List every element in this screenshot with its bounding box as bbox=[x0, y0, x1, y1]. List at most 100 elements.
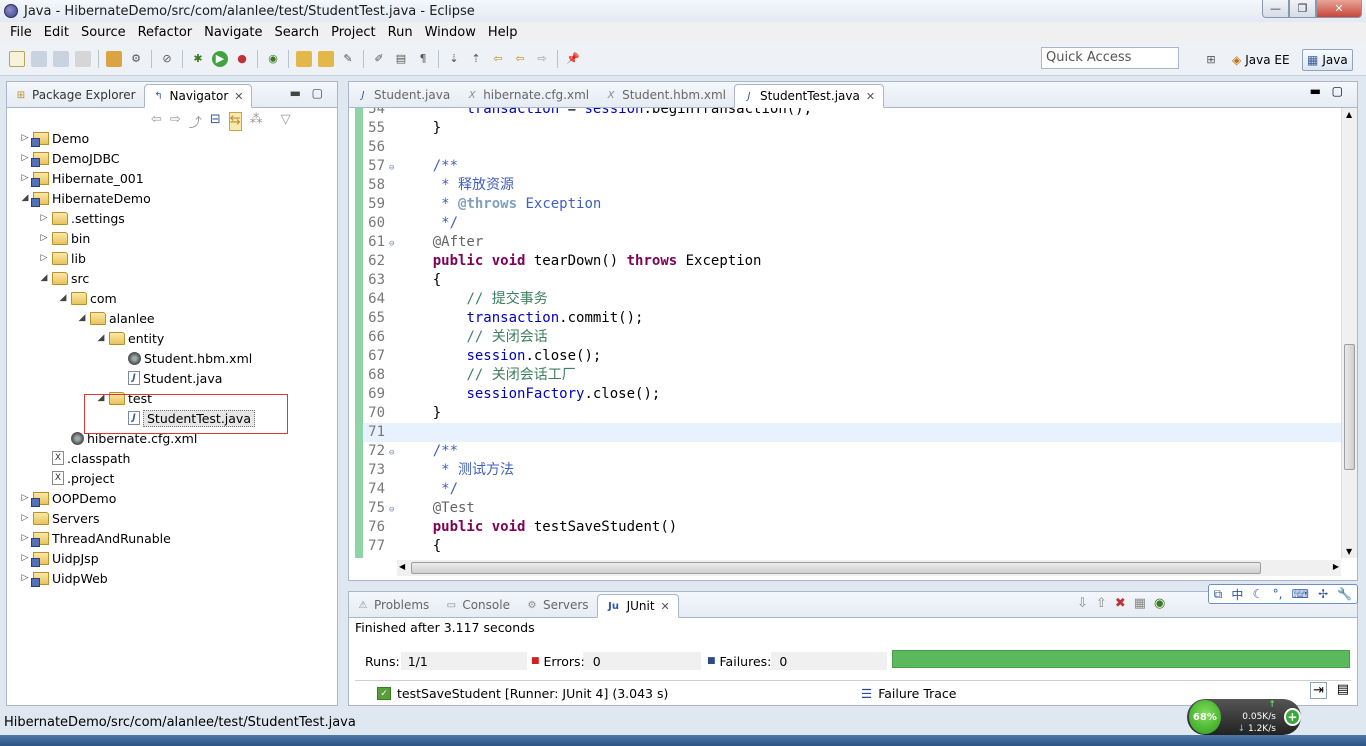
expand-arrow-icon[interactable]: ▷ bbox=[19, 573, 31, 583]
previous-annotation-icon[interactable]: ⇡ bbox=[468, 51, 484, 67]
open-type-icon[interactable] bbox=[296, 50, 312, 67]
scroll-lock-icon[interactable]: ▦ bbox=[1134, 596, 1146, 611]
tree-item[interactable]: ▷ bin bbox=[7, 228, 337, 248]
save-icon[interactable] bbox=[31, 50, 47, 67]
expand-arrow-icon[interactable]: ▷ bbox=[19, 133, 31, 143]
open-perspective-icon[interactable]: ⊞ bbox=[1203, 51, 1219, 67]
tree-item[interactable]: ▷ OOPDemo bbox=[7, 488, 337, 508]
maximize-view-icon[interactable]: ▢ bbox=[312, 86, 323, 100]
ime-moon-icon[interactable]: ☾ bbox=[1253, 587, 1264, 601]
tree-item[interactable]: ▷ UidpWeb bbox=[7, 568, 337, 588]
tree-item[interactable]: X .project bbox=[7, 468, 337, 488]
menu-file[interactable]: File bbox=[4, 25, 38, 40]
scroll-thumb[interactable] bbox=[1344, 344, 1355, 470]
toggle-mark-icon[interactable]: ▤ bbox=[393, 51, 409, 67]
tree-item[interactable]: ▷ Hibernate_001 bbox=[7, 168, 337, 188]
expand-arrow-icon[interactable]: ▷ bbox=[19, 513, 31, 523]
scroll-left-icon[interactable]: ◀ bbox=[399, 562, 405, 571]
compare-results-icon[interactable]: ⇥ bbox=[1310, 682, 1327, 699]
ime-toolbar[interactable]: ⧉ 中 ☾ °, ⌨ ✢ 🔧 bbox=[1208, 584, 1358, 604]
expand-arrow-icon[interactable]: ▷ bbox=[19, 553, 31, 563]
collapse-arrow-icon[interactable]: ◢ bbox=[57, 293, 69, 303]
next-annotation-icon[interactable]: ⇣ bbox=[446, 51, 462, 67]
menu-help[interactable]: Help bbox=[482, 25, 524, 40]
collapse-arrow-icon[interactable]: ◢ bbox=[76, 313, 88, 323]
menu-edit[interactable]: Edit bbox=[38, 25, 75, 40]
tree-item[interactable]: ◢ alanlee bbox=[7, 308, 337, 328]
back-icon[interactable]: ⇦ bbox=[512, 51, 528, 67]
new-java-class-icon[interactable]: ◉ bbox=[265, 51, 281, 67]
tree-item[interactable]: ◢ src bbox=[7, 268, 337, 288]
maximize-editor-icon[interactable]: ▢ bbox=[1332, 84, 1343, 98]
tree-item[interactable]: ◢ com bbox=[7, 288, 337, 308]
print-icon[interactable] bbox=[75, 50, 91, 67]
pin-editor-icon[interactable]: 📌 bbox=[565, 51, 581, 67]
next-failure-icon[interactable]: ⇩ bbox=[1077, 596, 1088, 611]
skip-breakpoints-icon[interactable]: ⊘ bbox=[159, 51, 175, 67]
minimize-view-icon[interactable]: ▬ bbox=[290, 86, 301, 100]
editor-horizontal-scrollbar[interactable]: ◀ ▶ bbox=[397, 560, 1341, 576]
code-editor[interactable]: 54 transaction = session.beginTransactio… bbox=[349, 108, 1357, 580]
annotation-icon[interactable]: ✐ bbox=[371, 51, 387, 67]
tree-item[interactable]: ◢ entity bbox=[7, 328, 337, 348]
expand-arrow-icon[interactable]: ▷ bbox=[38, 213, 50, 223]
tree-item[interactable]: ◢ HibernateDemo bbox=[7, 188, 337, 208]
expand-arrow-icon[interactable]: ▷ bbox=[19, 153, 31, 163]
rerun-icon[interactable]: ◉ bbox=[1154, 596, 1165, 611]
editor-vertical-scrollbar[interactable]: ▲ ▼ bbox=[1341, 108, 1357, 558]
new-icon[interactable] bbox=[9, 50, 25, 67]
external-tools-icon[interactable]: ● bbox=[234, 51, 250, 67]
save-all-icon[interactable] bbox=[53, 50, 69, 67]
hscroll-thumb[interactable] bbox=[411, 562, 1261, 574]
ime-settings-icon[interactable]: ✢ bbox=[1318, 587, 1328, 601]
expand-arrow-icon[interactable]: ▷ bbox=[19, 533, 31, 543]
perspective-java[interactable]: ▦ Java bbox=[1302, 49, 1353, 71]
menu-navigate[interactable]: Navigate bbox=[198, 25, 268, 40]
ime-punctuation-icon[interactable]: °, bbox=[1273, 587, 1283, 601]
package-icon[interactable] bbox=[106, 50, 122, 67]
tab-console[interactable]: ▭ Console bbox=[437, 593, 518, 617]
tree-item[interactable]: Student.hbm.xml bbox=[7, 348, 337, 368]
tree-item[interactable]: ▷ Demo bbox=[7, 128, 337, 148]
minimize-button[interactable]: — bbox=[1262, 0, 1289, 18]
search-icon[interactable]: ✎ bbox=[340, 51, 356, 67]
accelerate-icon[interactable]: + bbox=[1283, 708, 1301, 726]
close-tab-icon[interactable]: ✕ bbox=[866, 90, 875, 103]
tree-item[interactable]: ▷ .settings bbox=[7, 208, 337, 228]
scroll-right-icon[interactable]: ▶ bbox=[1333, 562, 1339, 571]
network-speed-widget[interactable]: 68% ↑ 0.05K/s ↓ 1.2K/s + bbox=[1187, 699, 1301, 735]
tree-item[interactable]: ▷ lib bbox=[7, 248, 337, 268]
close-tab-icon[interactable]: ✕ bbox=[661, 600, 670, 613]
forward-icon[interactable]: ⇨ bbox=[534, 51, 550, 67]
editor-tab[interactable]: X Student.hbm.xml bbox=[597, 83, 734, 107]
menu-run[interactable]: Run bbox=[382, 25, 419, 40]
tree-item[interactable]: ▷ Servers bbox=[7, 508, 337, 528]
expand-arrow-icon[interactable]: ▷ bbox=[19, 493, 31, 503]
filter-stack-icon[interactable]: ▤ bbox=[1337, 682, 1349, 697]
menu-refactor[interactable]: Refactor bbox=[132, 25, 199, 40]
scroll-up-icon[interactable]: ▲ bbox=[1346, 110, 1352, 119]
scroll-down-icon[interactable]: ▼ bbox=[1346, 547, 1352, 556]
gear-icon[interactable]: ⚙ bbox=[128, 51, 144, 67]
menu-source[interactable]: Source bbox=[75, 25, 132, 40]
test-tree-item[interactable]: ✓ testSaveStudent [Runner: JUnit 4] (3.0… bbox=[377, 686, 668, 701]
close-tab-icon[interactable]: ✕ bbox=[234, 90, 243, 103]
open-task-icon[interactable] bbox=[318, 50, 334, 67]
expand-arrow-icon[interactable]: ▷ bbox=[38, 253, 50, 263]
expand-arrow-icon[interactable]: ▷ bbox=[38, 233, 50, 243]
last-edit-icon[interactable]: ⇦ bbox=[490, 51, 506, 67]
menu-window[interactable]: Window bbox=[419, 25, 482, 40]
editor-tab[interactable]: Xhibernate.cfg.xml bbox=[458, 83, 597, 107]
tree-item[interactable]: ▷ UidpJsp bbox=[7, 548, 337, 568]
tree-item[interactable]: J Student.java bbox=[7, 368, 337, 388]
tab-package-explorer[interactable]: ⊞ Package Explorer bbox=[7, 83, 144, 107]
tree-item[interactable]: X .classpath bbox=[7, 448, 337, 468]
perspective-java-ee[interactable]: ◈ Java EE bbox=[1228, 49, 1294, 71]
collapse-arrow-icon[interactable]: ◢ bbox=[19, 193, 31, 203]
run-icon[interactable]: ▶ bbox=[212, 50, 228, 67]
debug-icon[interactable]: ✱ bbox=[190, 51, 206, 67]
tab-junit[interactable]: Ju JUnit ✕ bbox=[596, 594, 679, 618]
ime-keyboard-icon[interactable]: ⌨ bbox=[1292, 587, 1309, 601]
menu-search[interactable]: Search bbox=[268, 25, 325, 40]
minimize-editor-icon[interactable]: ▬ bbox=[1310, 84, 1321, 98]
